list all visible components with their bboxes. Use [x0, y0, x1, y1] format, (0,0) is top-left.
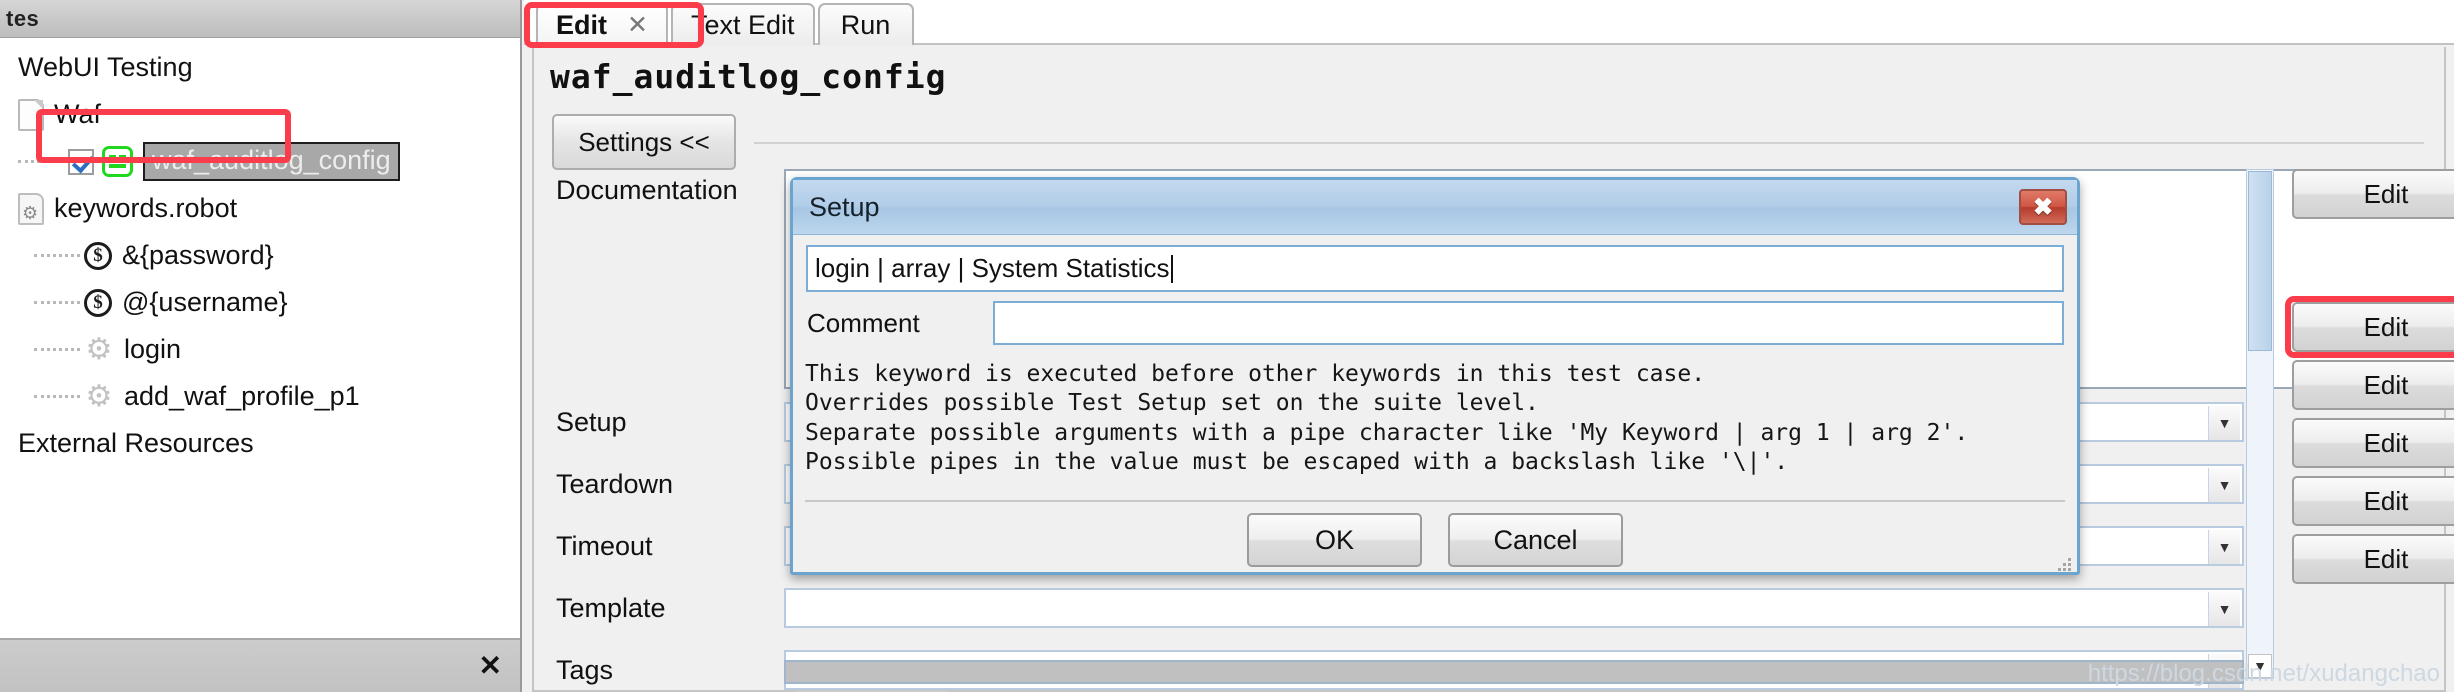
- robot-file-icon: ⚙: [18, 192, 44, 225]
- field-label-timeout: Timeout: [556, 531, 653, 561]
- chevron-down-icon[interactable]: ▼: [2208, 530, 2240, 564]
- tree-connector: [34, 301, 80, 304]
- tab-run[interactable]: Run: [817, 3, 914, 45]
- tree-item-label: @{username}: [122, 287, 288, 317]
- setup-value-input[interactable]: login | array | System Statistics: [806, 245, 2064, 292]
- tree-item-external-resources[interactable]: External Resources: [0, 420, 520, 467]
- tree-item-password-variable[interactable]: $ &{password}: [0, 232, 520, 279]
- tree-item-waf[interactable]: Waf: [0, 91, 520, 138]
- documentation-scrollbar[interactable]: ▼: [2246, 169, 2274, 679]
- edit-button-setup[interactable]: Edit: [2292, 302, 2454, 352]
- chevron-down-icon[interactable]: ▼: [2208, 592, 2240, 626]
- settings-form: waf_auditlog_config Settings << Document…: [532, 47, 2454, 692]
- editor-panel: Edit ✕ Text Edit Run waf_auditlog_config…: [524, 0, 2454, 692]
- gear-icon: ⚙: [85, 379, 113, 413]
- tree-item-waf-auditlog-config[interactable]: waf_auditlog_config: [0, 138, 520, 185]
- field-label-teardown: Teardown: [556, 469, 674, 499]
- tree-item-label: WebUI Testing: [18, 52, 193, 82]
- edit-button-template[interactable]: Edit: [2292, 476, 2454, 526]
- project-tree-panel: tes WebUI Testing Waf waf_auditlog_confi…: [0, 0, 522, 692]
- edit-button-tags[interactable]: Edit: [2292, 534, 2454, 584]
- resize-grip-icon[interactable]: [2055, 555, 2071, 571]
- close-icon[interactable]: ✖: [2019, 189, 2067, 225]
- field-label-template: Template: [556, 593, 666, 623]
- tree-item-webui-testing[interactable]: WebUI Testing: [0, 44, 520, 91]
- close-icon[interactable]: ✕: [627, 12, 648, 38]
- setup-dialog: Setup ✖ login | array | System Statistic…: [790, 177, 2080, 575]
- edit-button-timeout[interactable]: Edit: [2292, 418, 2454, 468]
- project-tree[interactable]: WebUI Testing Waf waf_auditlog_config ⚙: [0, 38, 520, 636]
- gear-icon: ⚙: [85, 332, 113, 366]
- edit-button-documentation[interactable]: Edit: [2292, 169, 2454, 219]
- dialog-separator: [805, 500, 2065, 502]
- sidebar-footer: ✕: [0, 638, 520, 692]
- page-icon: [18, 98, 44, 131]
- sidebar-header: tes: [0, 0, 520, 38]
- field-label-setup: Setup: [556, 407, 627, 437]
- scrollbar-thumb[interactable]: [2248, 171, 2272, 351]
- watermark-text: https://blog.csdn.net/xudangchao: [2087, 660, 2440, 687]
- tab-label: Edit: [556, 9, 607, 40]
- horizontal-scrollbar[interactable]: [784, 660, 2244, 684]
- settings-divider: [754, 142, 2424, 144]
- tree-item-checkbox[interactable]: [68, 148, 94, 175]
- dialog-help-text: This keyword is executed before other ke…: [805, 361, 1969, 476]
- tab-label: Text Edit: [690, 9, 795, 40]
- setup-value-text: login | array | System Statistics: [815, 253, 1170, 283]
- tree-connector: [18, 160, 64, 163]
- dialog-title-label: Setup: [809, 191, 880, 222]
- variable-icon: $: [84, 288, 112, 317]
- tree-connector: [34, 348, 80, 351]
- page-title: waf_auditlog_config: [550, 57, 947, 96]
- variable-icon: $: [84, 241, 112, 270]
- comment-label: Comment: [807, 308, 920, 338]
- tree-item-keywords-robot[interactable]: ⚙ keywords.robot: [0, 185, 520, 232]
- tree-item-label: External Resources: [18, 428, 254, 458]
- text-caret: [1170, 254, 1173, 283]
- comment-input[interactable]: [993, 301, 2064, 345]
- dialog-title-bar[interactable]: Setup ✖: [793, 180, 2077, 235]
- field-label-documentation: Documentation: [556, 175, 738, 205]
- tree-connector: [34, 254, 80, 257]
- field-label-tags: Tags: [556, 655, 614, 685]
- tree-item-login-keyword[interactable]: ⚙ login: [0, 326, 520, 373]
- testcase-icon: [102, 146, 133, 177]
- ok-button[interactable]: OK: [1247, 513, 1422, 567]
- settings-toggle-button[interactable]: Settings <<: [552, 114, 736, 170]
- cancel-button[interactable]: Cancel: [1448, 513, 1623, 567]
- dialog-body: login | array | System Statistics Commen…: [793, 235, 2077, 575]
- tab-text-edit[interactable]: Text Edit: [670, 3, 815, 45]
- tab-label: Run: [840, 9, 891, 40]
- sidebar-header-label: tes: [6, 5, 40, 31]
- tree-item-label: waf_auditlog_config: [143, 141, 400, 182]
- tree-item-add-waf-profile-p1-keyword[interactable]: ⚙ add_waf_profile_p1: [0, 373, 520, 420]
- close-icon[interactable]: ✕: [479, 652, 502, 680]
- tree-item-label: add_waf_profile_p1: [124, 381, 360, 411]
- tree-item-label: keywords.robot: [54, 193, 238, 223]
- tab-bar: Edit ✕ Text Edit Run: [524, 0, 2454, 48]
- tree-item-label: &{password}: [122, 240, 274, 270]
- tree-item-label: login: [124, 334, 182, 364]
- template-value-combo[interactable]: ▼: [784, 588, 2244, 628]
- robot-framework-ride-window: tes WebUI Testing Waf waf_auditlog_confi…: [0, 0, 2454, 692]
- tree-connector: [34, 395, 80, 398]
- settings-toggle-label: Settings <<: [578, 126, 710, 157]
- tree-item-label: Waf: [54, 99, 101, 129]
- tree-item-username-variable[interactable]: $ @{username}: [0, 279, 520, 326]
- dialog-button-row: OK Cancel: [793, 513, 2077, 567]
- tab-edit[interactable]: Edit ✕: [536, 3, 668, 45]
- chevron-down-icon[interactable]: ▼: [2208, 468, 2240, 502]
- edit-button-teardown[interactable]: Edit: [2292, 360, 2454, 410]
- chevron-down-icon[interactable]: ▼: [2208, 406, 2240, 440]
